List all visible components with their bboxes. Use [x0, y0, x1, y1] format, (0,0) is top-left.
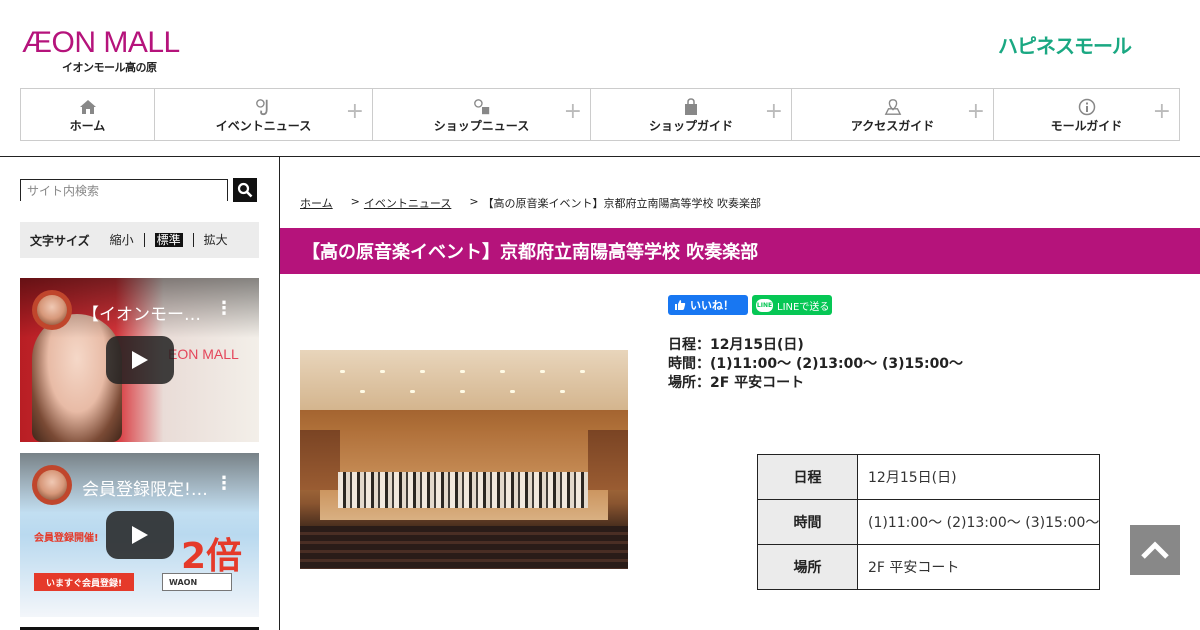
nav-label: イベントニュース — [215, 119, 312, 133]
nav-label: モールガイド — [1050, 119, 1123, 133]
promo-big-text: 2倍 — [180, 536, 242, 577]
breadcrumb-home-link[interactable]: ホーム — [300, 195, 333, 211]
nav-label: ホーム — [69, 119, 106, 133]
promo-label: 会員登録開催! — [34, 533, 99, 544]
table-header: 時間 — [757, 499, 858, 545]
logo-main-text: ÆON MALL — [22, 26, 180, 59]
breadcrumb-current: 【高の原音楽イベント】京都府立南陽高等学校 吹奏楽部 — [482, 197, 762, 210]
table-cell: 2F 平安コート — [856, 544, 1101, 590]
channel-avatar[interactable] — [32, 290, 72, 330]
youtube-video-embed[interactable]: 会員登録開催! 2倍 いますぐ会員登録! WAON 会員登録限定!… ⋮ — [20, 453, 259, 617]
font-size-large-label: 拡大 — [203, 233, 228, 247]
font-size-small-button[interactable]: 縮小 — [110, 233, 144, 247]
line-share-label: LINEで送る — [777, 301, 830, 313]
global-nav: ホーム イベントニュース + ショップニュース + ショップガイド + アクセス… — [20, 88, 1180, 141]
promo-cta: いますぐ会員登録! — [34, 573, 134, 591]
hall-wall-panel — [588, 430, 628, 490]
video-title[interactable]: 会員登録限定!… — [82, 475, 222, 500]
nav-item-access-guide[interactable]: アクセスガイド + — [792, 89, 994, 140]
font-size-large-button[interactable]: 拡大 — [192, 233, 238, 247]
line-share-button[interactable]: LINE LINEで送る — [752, 295, 832, 315]
video-title[interactable]: 【イオンモー… — [82, 300, 222, 325]
nav-item-mall-guide[interactable]: モールガイド + — [994, 89, 1179, 140]
expand-plus-icon[interactable]: + — [564, 101, 582, 123]
summary-time: 時間：(1)11:00～ (2)13:00～ (3)15:00～ — [668, 356, 964, 372]
page-top-button[interactable] — [1130, 525, 1180, 575]
site-header: ÆON MALL イオンモール高の原 ハピネスモール — [0, 0, 1200, 88]
nav-label: ショップガイド — [648, 119, 733, 133]
nav-label: アクセスガイド — [850, 119, 935, 133]
home-icon — [79, 98, 97, 116]
hall-wall-panel — [300, 430, 340, 490]
article-title-bar: 【高の原音楽イベント】京都府立南陽高等学校 吹奏楽部 — [280, 228, 1200, 274]
table-cell: (1)11:00～ (2)13:00～ (3)15:00～ — [856, 499, 1101, 545]
search-icon — [237, 182, 253, 198]
more-vert-icon[interactable]: ⋮ — [215, 300, 233, 318]
brass-band-members — [338, 472, 588, 508]
nav-label: ショップニュース — [433, 119, 530, 133]
bag-icon — [682, 98, 700, 116]
map-pin-icon — [884, 98, 902, 116]
nav-item-shop-news[interactable]: ショップニュース + — [373, 89, 591, 140]
play-icon — [132, 526, 148, 544]
breadcrumb-event-link[interactable]: イベントニュース — [364, 195, 451, 211]
share-buttons: いいね！ LINE LINEで送る — [668, 295, 832, 315]
search-input[interactable] — [21, 181, 227, 201]
shopping-bag-info-icon — [473, 98, 491, 116]
happiness-mall-logo[interactable]: ハピネスモール — [998, 30, 1132, 59]
facebook-like-label: いいね！ — [690, 299, 734, 312]
expand-plus-icon[interactable]: + — [765, 101, 783, 123]
play-button[interactable] — [106, 511, 174, 559]
thumbs-up-icon — [675, 300, 686, 310]
table-cell: 12月15日(日) — [856, 454, 1101, 500]
youtube-video-embed[interactable]: EON MALL 【イオンモー… ⋮ — [20, 278, 259, 442]
font-size-switcher: 文字サイズ 縮小 標準 拡大 — [20, 222, 259, 258]
nav-item-home[interactable]: ホーム — [21, 89, 155, 140]
table-header: 日程 — [757, 454, 858, 500]
event-detail-table: 日程 12月15日(日) 時間 (1)11:00～ (2)13:00～ (3)1… — [757, 454, 1101, 590]
event-photo — [300, 350, 628, 569]
breadcrumb: ホーム > イベントニュース > 【高の原音楽イベント】京都府立南陽高等学校 吹… — [300, 195, 761, 211]
info-icon — [1078, 98, 1096, 116]
nav-item-shop-guide[interactable]: ショップガイド + — [591, 89, 792, 140]
summary-place: 場所：2F 平安コート — [668, 375, 805, 391]
expand-plus-icon[interactable]: + — [346, 101, 364, 123]
logo-sub-text: イオンモール高の原 — [62, 61, 157, 74]
header-divider — [0, 156, 1200, 157]
font-size-standard-button[interactable]: 標準 — [143, 233, 193, 247]
facebook-like-button[interactable]: いいね！ — [668, 295, 748, 315]
channel-avatar[interactable] — [32, 465, 72, 505]
saxophone-icon — [255, 98, 273, 116]
page-title: 【高の原音楽イベント】京都府立南陽高等学校 吹奏楽部 — [302, 242, 759, 263]
video-overlay-logo-text: EON MALL — [168, 346, 239, 362]
line-icon: LINE — [756, 298, 773, 312]
table-header: 場所 — [757, 544, 858, 590]
search-button[interactable] — [233, 178, 257, 202]
table-row: 日程 12月15日(日) — [757, 454, 1101, 500]
more-vert-icon[interactable]: ⋮ — [215, 475, 233, 493]
nav-item-event-news[interactable]: イベントニュース + — [155, 89, 373, 140]
expand-plus-icon[interactable]: + — [1153, 101, 1171, 123]
play-icon — [132, 351, 148, 369]
table-row: 場所 2F 平安コート — [757, 544, 1101, 590]
summary-date: 日程：12月15日(日) — [668, 337, 804, 353]
aeon-mall-logo[interactable]: ÆON MALL イオンモール高の原 — [22, 26, 212, 76]
chevron-up-icon — [1141, 541, 1169, 559]
font-size-title: 文字サイズ — [30, 233, 90, 248]
hall-ceiling — [300, 350, 628, 410]
event-summary: 日程：12月15日(日) 時間：(1)11:00～ (2)13:00～ (3)1… — [668, 336, 963, 393]
font-size-small-label: 縮小 — [109, 233, 134, 247]
site-search-field — [20, 179, 228, 201]
expand-plus-icon[interactable]: + — [967, 101, 985, 123]
play-button[interactable] — [106, 336, 174, 384]
font-size-standard-label: 標準 — [154, 233, 183, 247]
table-row: 時間 (1)11:00～ (2)13:00～ (3)15:00～ — [757, 499, 1101, 545]
promo-waon: WAON — [162, 573, 232, 591]
breadcrumb-separator: > — [469, 195, 479, 208]
breadcrumb-separator: > — [350, 195, 360, 208]
audience-seats — [300, 526, 628, 569]
